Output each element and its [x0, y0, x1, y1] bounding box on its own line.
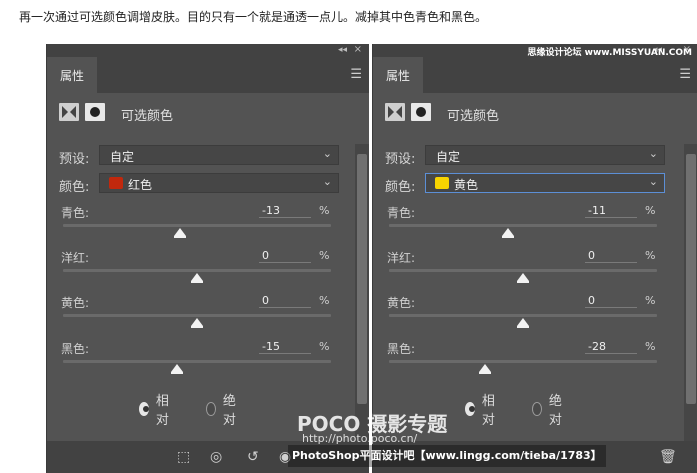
reset-icon[interactable]: ↺ [247, 449, 259, 465]
slider-value-yellow[interactable]: 0 [259, 294, 311, 308]
panel-tabbar: 属性 ☰ [373, 57, 697, 93]
color-swatch [109, 177, 123, 189]
preset-dropdown[interactable]: 自定 ⌄ [425, 145, 665, 165]
slider-track-black[interactable] [63, 360, 331, 363]
watermark-bottom: PhotoShop平面设计吧【www.lingg.com/tieba/1783】 [288, 445, 606, 467]
slider-track-black[interactable] [389, 360, 657, 363]
preset-value: 自定 [436, 150, 461, 164]
scrollbar-thumb[interactable] [686, 154, 696, 404]
slider-unit: % [645, 249, 656, 262]
panel-tabbar: 属性 ☰ [47, 57, 369, 93]
tab-properties[interactable]: 属性 [373, 57, 423, 93]
close-icon[interactable]: × [354, 44, 362, 55]
slider-thumb-black[interactable] [170, 364, 183, 374]
slider-track-yellow[interactable] [63, 314, 331, 317]
slider-track-magenta[interactable] [63, 269, 331, 272]
slider-thumb-magenta[interactable] [191, 273, 203, 283]
slider-thumb-yellow[interactable] [191, 318, 203, 328]
slider-value-yellow[interactable]: 0 [585, 294, 637, 308]
slider-thumb-cyan[interactable] [173, 228, 186, 238]
slider-label-yellow: 黄色: [61, 296, 90, 310]
radio-relative[interactable]: 相对 [465, 390, 499, 428]
slider-label-black: 黑色: [387, 342, 416, 356]
chevron-down-icon: ⌄ [648, 175, 658, 188]
panel-top-strip: ◂◂ × [47, 44, 369, 57]
slider-label-yellow: 黄色: [387, 296, 416, 310]
slider-label-cyan: 青色: [61, 206, 90, 220]
radio-absolute[interactable]: 绝对 [206, 390, 240, 428]
slider-label-magenta: 洋红: [61, 251, 90, 265]
color-swatch [435, 177, 449, 189]
color-dropdown[interactable]: 红色 ⌄ [99, 173, 339, 193]
slider-value-magenta[interactable]: 0 [585, 249, 637, 263]
color-value: 红色 [128, 178, 153, 192]
slider-unit: % [645, 204, 656, 217]
preset-dropdown[interactable]: 自定 ⌄ [99, 145, 339, 165]
color-value: 黄色 [454, 178, 479, 192]
radio-label-relative: 相对 [481, 394, 495, 428]
slider-thumb-yellow[interactable] [517, 318, 529, 328]
chevron-down-icon: ⌄ [322, 175, 332, 188]
slider-unit: % [319, 294, 330, 307]
adjustment-title: 可选颜色 [121, 109, 174, 124]
tab-properties[interactable]: 属性 [47, 57, 97, 93]
preset-label: 预设: [385, 152, 416, 167]
layer-mask-icon[interactable] [85, 103, 105, 121]
slider-label-cyan: 青色: [387, 206, 416, 220]
panel-menu-icon[interactable]: ☰ [679, 67, 691, 82]
layer-mask-icon[interactable] [411, 103, 431, 121]
slider-thumb-cyan[interactable] [502, 228, 515, 238]
radio-label-absolute: 绝对 [222, 394, 236, 428]
clip-to-layer-icon[interactable]: ⬚ [177, 449, 190, 465]
chevron-down-icon: ⌄ [648, 147, 658, 160]
radio-dot-relative [139, 402, 149, 416]
slider-track-cyan[interactable] [389, 224, 657, 227]
radio-dot-relative [465, 402, 475, 416]
radio-relative[interactable]: 相对 [139, 390, 173, 428]
slider-unit: % [645, 294, 656, 307]
slider-label-black: 黑色: [61, 342, 90, 356]
slider-value-black[interactable]: -28 [585, 340, 637, 354]
trash-icon[interactable]: 🗑 [659, 449, 677, 465]
radio-absolute[interactable]: 绝对 [532, 390, 566, 428]
watermark-top: 思缘设计论坛 www.MISSYUAN.COM [527, 48, 692, 58]
chevron-down-icon: ⌄ [322, 147, 332, 160]
adjustment-layer-icon[interactable] [59, 103, 79, 121]
slider-label-magenta: 洋红: [387, 251, 416, 265]
adjustment-layer-icon[interactable] [385, 103, 405, 121]
preset-label: 预设: [59, 152, 90, 167]
radio-dot-absolute [532, 402, 542, 416]
slider-thumb-magenta[interactable] [517, 273, 529, 283]
slider-track-yellow[interactable] [389, 314, 657, 317]
slider-value-magenta[interactable]: 0 [259, 249, 311, 263]
slider-unit: % [645, 340, 656, 353]
slider-value-cyan[interactable]: -11 [585, 204, 637, 218]
collapse-icon[interactable]: ◂◂ [338, 45, 347, 55]
slider-track-cyan[interactable] [63, 224, 331, 227]
color-dropdown[interactable]: 黄色 ⌄ [425, 173, 665, 193]
preset-value: 自定 [110, 150, 135, 164]
slider-value-cyan[interactable]: -13 [259, 204, 311, 218]
color-label: 颜色: [385, 180, 416, 195]
panel-menu-icon[interactable]: ☰ [350, 67, 362, 82]
slider-unit: % [319, 249, 330, 262]
slider-value-black[interactable]: -15 [259, 340, 311, 354]
slider-thumb-black[interactable] [479, 364, 492, 374]
caption-text: 再一次通过可选颜色调增皮肤。目的只有一个就是通透一点儿。减掉其中色青色和黑色。 [19, 10, 488, 24]
scrollbar-thumb[interactable] [357, 154, 367, 404]
view-previous-icon[interactable]: ◎ [210, 449, 222, 465]
radio-label-relative: 相对 [155, 394, 169, 428]
slider-track-magenta[interactable] [389, 269, 657, 272]
watermark-poco-url: http://photo.poco.cn/ [302, 432, 418, 445]
adjustment-title: 可选颜色 [447, 109, 500, 124]
slider-unit: % [319, 340, 330, 353]
color-label: 颜色: [59, 180, 90, 195]
radio-label-absolute: 绝对 [548, 394, 562, 428]
radio-dot-absolute [206, 402, 216, 416]
slider-unit: % [319, 204, 330, 217]
